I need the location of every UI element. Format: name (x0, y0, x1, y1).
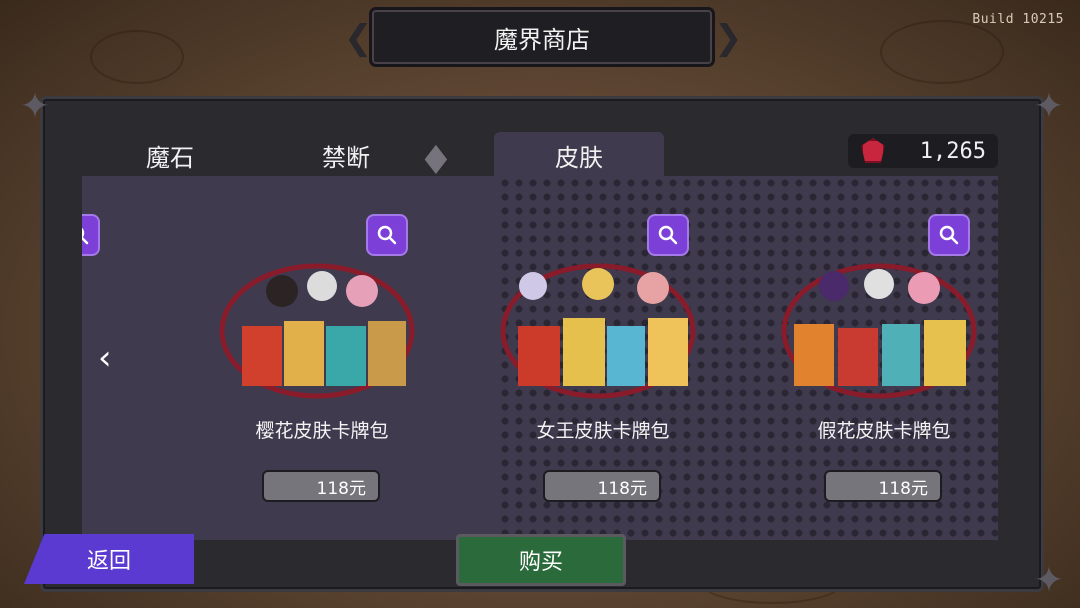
zoom-button[interactable] (647, 214, 689, 256)
zoom-button[interactable] (366, 214, 408, 256)
build-label: Build 10215 (972, 12, 1064, 27)
background-doodle (880, 20, 1004, 84)
item-name: 女王皮肤卡牌包 (536, 420, 670, 442)
currency-amount: 1,265 (919, 138, 986, 164)
item-name: 包 (82, 416, 112, 443)
skin-pack-artwork (500, 263, 696, 399)
corner-ornament: ✦ (1033, 560, 1065, 601)
item-name: 樱花皮肤卡牌包 (255, 420, 389, 442)
tab-skins[interactable]: 皮肤 (494, 132, 664, 178)
search-icon (82, 227, 89, 245)
page-title: 魔界商店 (494, 25, 590, 54)
item-name: 假花皮肤卡牌包 (817, 420, 951, 442)
red-gem-icon (861, 138, 885, 163)
price-tag[interactable]: 118元 (543, 470, 661, 502)
search-icon (939, 225, 959, 245)
search-icon (377, 225, 397, 245)
shop-item-fake-flower[interactable]: 假花皮肤卡牌包 118元 (744, 176, 998, 540)
back-button[interactable]: 返回 (24, 534, 194, 584)
shop-items-carousel[interactable]: 包 樱花皮肤卡牌包 118元 女王皮肤卡牌包 118元 (82, 176, 998, 540)
zoom-button[interactable] (928, 214, 970, 256)
background-doodle (90, 30, 184, 84)
right-horn-ornament: ❯ (714, 18, 743, 58)
left-horn-ornament: ❮ (344, 18, 373, 58)
tab-forbidden[interactable]: 禁断 (258, 132, 434, 178)
skin-pack-artwork (781, 263, 977, 399)
tab-bar: 魔石 禁断 皮肤 (82, 132, 664, 178)
skin-pack-artwork (219, 263, 415, 399)
shop-item-sakura[interactable]: 樱花皮肤卡牌包 118元 (182, 176, 462, 540)
zoom-button[interactable] (82, 214, 100, 256)
corner-ornament: ✦ (1033, 86, 1065, 127)
price-tag[interactable]: 118元 (824, 470, 942, 502)
price-tag[interactable]: 118元 (262, 470, 380, 502)
tab-magic-stone[interactable]: 魔石 (82, 132, 258, 178)
shop-item-queen[interactable]: 女王皮肤卡牌包 118元 (463, 176, 743, 540)
corner-ornament: ✦ (19, 86, 51, 127)
title-bar: ❮ 魔界商店 ❯ (344, 10, 743, 64)
search-icon (658, 225, 678, 245)
buy-button[interactable]: 购买 (456, 534, 626, 586)
chevron-left-icon[interactable]: ‹ (98, 338, 122, 378)
currency-display: 1,265 (848, 134, 998, 168)
